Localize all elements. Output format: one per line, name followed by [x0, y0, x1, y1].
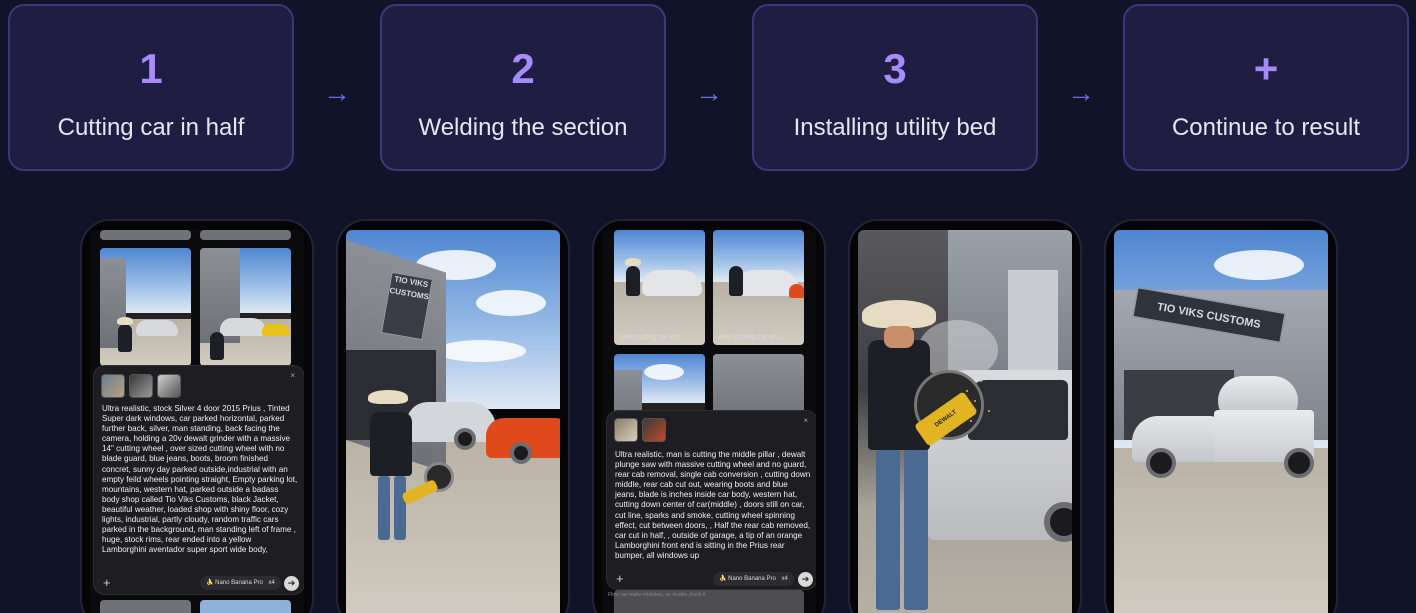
phone-screenshot-4: DEWALT	[848, 219, 1082, 613]
prompt-panel: × Ultra realistic, stock Silver 4 door 2…	[93, 365, 304, 595]
send-arrow-icon[interactable]: ➔	[798, 572, 813, 587]
plus-icon: +	[1253, 45, 1279, 92]
step-label: Continue to result	[1171, 114, 1361, 141]
reference-image[interactable]	[614, 418, 638, 442]
phone-screenshot-3: Man cutting car wit... Man cutting car w…	[592, 219, 826, 613]
step-label: Welding the section	[418, 114, 628, 141]
grid-tile[interactable]: Man cutting car wit...	[614, 230, 705, 345]
phone-screen: Man cutting car wit... Man cutting car w…	[602, 230, 816, 613]
steps-row: 1 Cutting car in half → 2 Welding the se…	[0, 0, 1416, 180]
grid-tile[interactable]	[200, 248, 291, 366]
disclaimer-text: Flow can make mistakes, so double check …	[608, 592, 706, 598]
prompt-text[interactable]: Ultra realistic, stock Silver 4 door 201…	[102, 404, 298, 574]
reference-thumbnails	[614, 418, 666, 442]
reference-image[interactable]	[642, 418, 666, 442]
reference-image[interactable]	[101, 374, 125, 398]
phone-screenshot-1: × Ultra realistic, stock Silver 4 door 2…	[80, 219, 314, 613]
phone-screenshot-5: TIO VIKS CUSTOMS	[1104, 219, 1338, 613]
step-card-2[interactable]: 2 Welding the section	[380, 4, 666, 171]
prompt-panel: × Ultra realistic, man is cutting the mi…	[606, 410, 816, 590]
step-number: 2	[511, 45, 535, 92]
output-count: x4	[781, 576, 788, 582]
close-icon[interactable]: ×	[290, 371, 295, 380]
prompt-text[interactable]: Ultra realistic, man is cutting the midd…	[615, 450, 811, 570]
phone-screenshot-2: TIO VIKS CUSTOMS	[336, 219, 570, 613]
step-card-continue[interactable]: + Continue to result	[1123, 4, 1409, 171]
model-name: 🍌 Nano Banana Pro	[719, 576, 776, 582]
step-number: 1	[139, 45, 163, 92]
step-label: Cutting car in half	[57, 114, 245, 141]
add-icon[interactable]: +	[103, 575, 111, 590]
tile-caption: Man cutting car wit...	[620, 334, 685, 341]
reference-image[interactable]	[129, 374, 153, 398]
model-name: 🍌 Nano Banana Pro	[206, 580, 263, 586]
step-label: Installing utility bed	[793, 114, 997, 141]
photo-result-utility-truck: TIO VIKS CUSTOMS	[1114, 230, 1328, 613]
send-arrow-icon[interactable]: ➔	[284, 576, 299, 591]
tile-caption: Man cutting car wit...	[719, 334, 784, 341]
step-card-3[interactable]: 3 Installing utility bed	[752, 4, 1038, 171]
grid-tile[interactable]	[100, 248, 191, 366]
step-card-1[interactable]: 1 Cutting car in half	[8, 4, 294, 171]
grid-tile[interactable]	[200, 230, 291, 240]
reference-image[interactable]	[157, 374, 181, 398]
grid-tile[interactable]: Man cutting car wit...	[713, 230, 804, 345]
close-icon[interactable]: ×	[803, 416, 808, 425]
grid-tile[interactable]	[200, 600, 291, 613]
grid-tile[interactable]	[100, 600, 191, 613]
reference-thumbnails	[101, 374, 181, 398]
phone-screen: × Ultra realistic, stock Silver 4 door 2…	[90, 230, 304, 613]
arrow-right-icon: →	[323, 77, 351, 108]
model-selector[interactable]: 🍌 Nano Banana Pro x4	[713, 572, 794, 586]
photo-man-with-saw: TIO VIKS CUSTOMS	[346, 230, 560, 613]
arrow-right-icon: →	[1067, 77, 1095, 108]
arrow-right-icon: →	[695, 77, 723, 108]
add-icon[interactable]: +	[616, 571, 624, 586]
grid-tile[interactable]	[100, 230, 191, 240]
photo-cutting-car: DEWALT	[858, 230, 1072, 613]
output-count: x4	[268, 580, 275, 586]
model-selector[interactable]: 🍌 Nano Banana Pro x4	[200, 576, 281, 590]
step-number: 3	[883, 45, 907, 92]
